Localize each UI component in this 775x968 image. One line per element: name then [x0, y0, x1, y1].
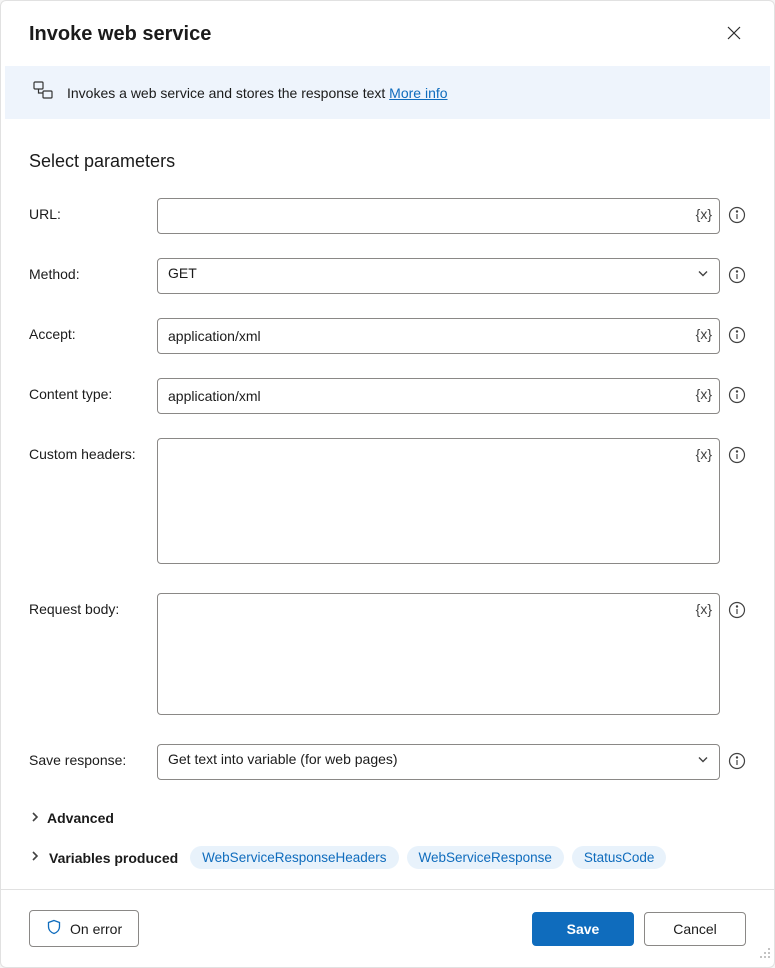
close-icon	[726, 29, 742, 44]
info-icon[interactable]	[728, 446, 746, 469]
field-method: Method: GET	[29, 258, 746, 294]
dialog-title: Invoke web service	[29, 23, 211, 46]
dialog-header: Invoke web service	[1, 1, 774, 66]
info-icon[interactable]	[728, 752, 746, 775]
field-url: URL: {x}	[29, 198, 746, 234]
chevron-right-icon[interactable]	[29, 849, 41, 867]
dialog-footer: On error Save Cancel	[1, 889, 774, 967]
method-select[interactable]: GET	[157, 258, 720, 294]
request-body-input[interactable]	[157, 593, 720, 715]
field-request-body: Request body: {x}	[29, 593, 746, 720]
content-type-label: Content type:	[29, 378, 149, 402]
cancel-button[interactable]: Cancel	[644, 912, 746, 946]
advanced-toggle[interactable]: Advanced	[29, 804, 746, 832]
info-icon[interactable]	[728, 206, 746, 229]
request-body-label: Request body:	[29, 593, 149, 617]
variable-insert-button[interactable]: {x}	[696, 326, 712, 342]
banner-description: Invokes a web service and stores the res…	[67, 85, 389, 101]
field-save-response: Save response: Get text into variable (f…	[29, 744, 746, 780]
variable-pill[interactable]: StatusCode	[572, 846, 667, 869]
info-icon[interactable]	[728, 386, 746, 409]
content-type-input[interactable]	[157, 378, 720, 414]
variable-pill[interactable]: WebServiceResponse	[407, 846, 564, 869]
info-icon[interactable]	[728, 326, 746, 349]
chevron-right-icon	[29, 810, 41, 826]
variables-produced-label: Variables produced	[49, 850, 178, 866]
on-error-button[interactable]: On error	[29, 910, 139, 947]
method-value: GET	[168, 265, 197, 281]
more-info-link[interactable]: More info	[389, 85, 447, 101]
save-response-select[interactable]: Get text into variable (for web pages)	[157, 744, 720, 780]
banner-text: Invokes a web service and stores the res…	[67, 85, 448, 101]
url-input[interactable]	[157, 198, 720, 234]
section-title: Select parameters	[29, 151, 746, 172]
advanced-label: Advanced	[47, 810, 114, 826]
custom-headers-input[interactable]	[157, 438, 720, 564]
close-button[interactable]	[722, 21, 746, 48]
web-service-icon	[33, 80, 53, 105]
shield-icon	[46, 919, 62, 938]
accept-input[interactable]	[157, 318, 720, 354]
variable-insert-button[interactable]: {x}	[696, 601, 712, 617]
field-content-type: Content type: {x}	[29, 378, 746, 414]
on-error-label: On error	[70, 921, 122, 937]
url-label: URL:	[29, 198, 149, 222]
field-accept: Accept: {x}	[29, 318, 746, 354]
save-response-label: Save response:	[29, 744, 149, 768]
info-banner: Invokes a web service and stores the res…	[5, 66, 770, 119]
save-response-value: Get text into variable (for web pages)	[168, 751, 398, 767]
custom-headers-label: Custom headers:	[29, 438, 149, 462]
variable-insert-button[interactable]: {x}	[696, 386, 712, 402]
info-icon[interactable]	[728, 601, 746, 624]
invoke-web-service-dialog: Invoke web service Invokes a web service…	[0, 0, 775, 968]
field-custom-headers: Custom headers: {x}	[29, 438, 746, 569]
footer-actions: Save Cancel	[532, 912, 746, 946]
method-label: Method:	[29, 258, 149, 282]
accept-label: Accept:	[29, 318, 149, 342]
variable-insert-button[interactable]: {x}	[696, 206, 712, 222]
info-icon[interactable]	[728, 266, 746, 289]
save-button[interactable]: Save	[532, 912, 634, 946]
variable-insert-button[interactable]: {x}	[696, 446, 712, 462]
variable-pill[interactable]: WebServiceResponseHeaders	[190, 846, 398, 869]
dialog-content: Select parameters URL: {x} Method: GET	[1, 119, 774, 889]
variables-produced-row: Variables produced WebServiceResponseHea…	[29, 846, 746, 869]
